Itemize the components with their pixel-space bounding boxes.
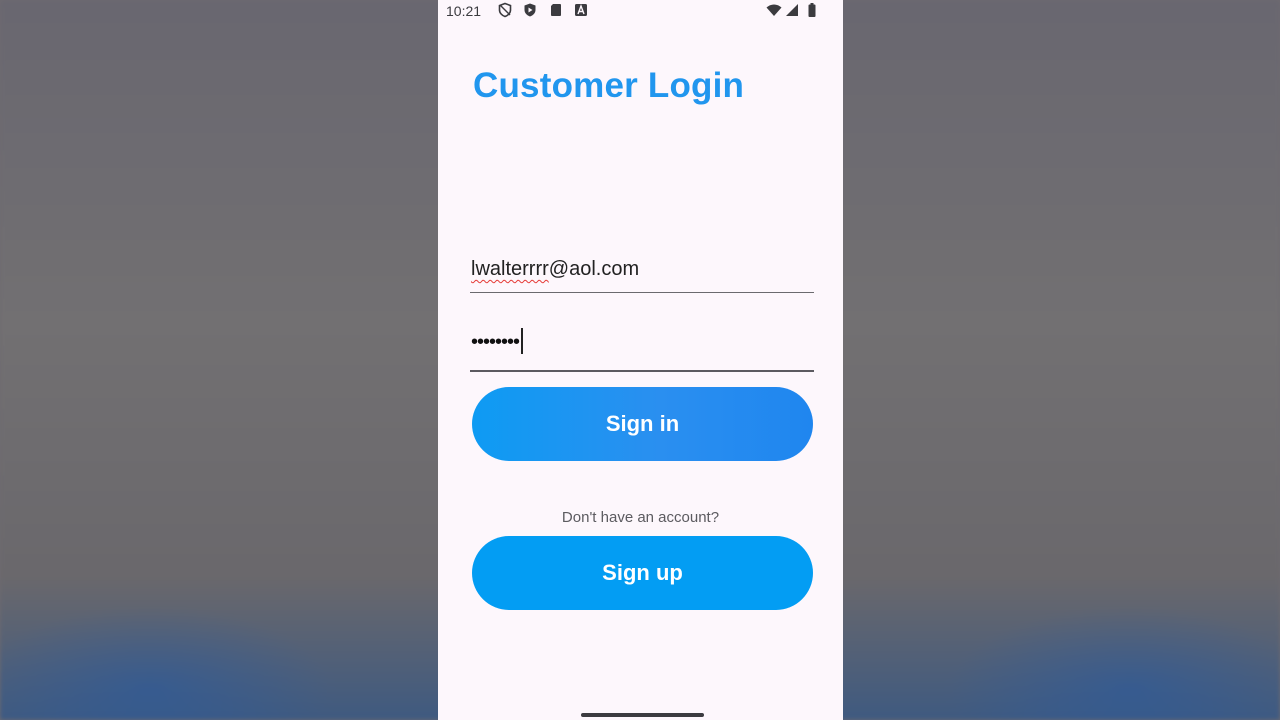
email-domain-text: @aol.com	[548, 258, 640, 280]
navigation-handle[interactable]	[581, 713, 704, 717]
shield-outline-icon	[498, 2, 512, 18]
status-time: 10:21	[446, 3, 482, 19]
email-username-text: lwalterrrr	[471, 258, 549, 280]
sign-in-button[interactable]: Sign in	[472, 387, 813, 461]
password-field[interactable]: ••••••••	[470, 324, 814, 372]
text-cursor	[521, 328, 524, 354]
battery-icon	[808, 3, 816, 17]
page-title: Customer Login	[473, 66, 745, 105]
wifi-icon	[766, 4, 782, 16]
status-bar: 10:21	[438, 0, 843, 22]
shield-play-icon	[524, 3, 536, 17]
sign-up-button[interactable]: Sign up	[472, 536, 813, 610]
email-field[interactable]: lwalterrrr@aol.com	[470, 252, 814, 293]
font-a-icon	[575, 4, 587, 16]
phone-screen: 10:21 Customer Login lwalterrrr@aol.com …	[438, 0, 843, 720]
password-value: ••••••••	[471, 328, 524, 354]
no-account-text: Don't have an account?	[561, 509, 720, 526]
sd-card-icon	[551, 4, 561, 16]
email-value: lwalterrrr@aol.com	[471, 258, 639, 281]
signal-icon	[786, 4, 798, 16]
password-mask: ••••••••	[471, 331, 520, 353]
